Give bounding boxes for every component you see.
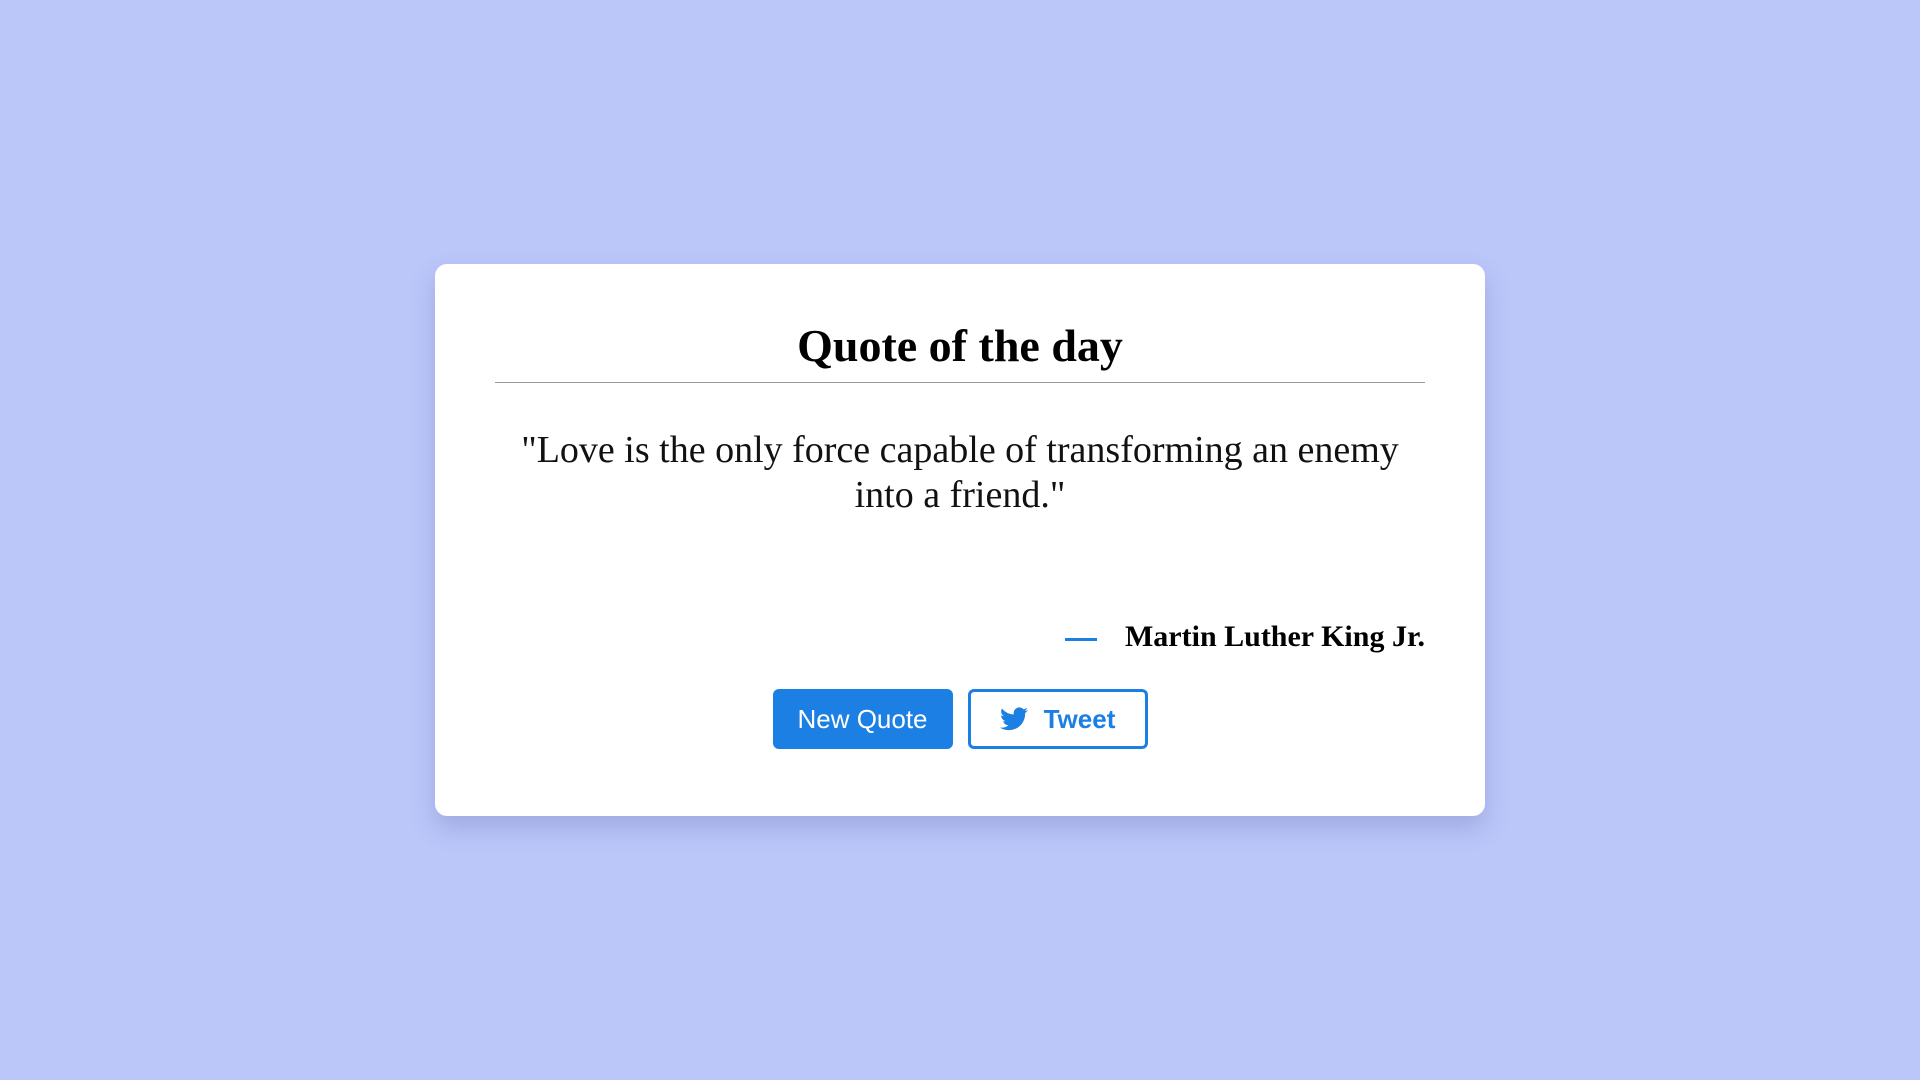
tweet-button-label: Tweet — [1043, 703, 1116, 734]
quote-text: "Love is the only force capable of trans… — [521, 429, 1399, 516]
page-title: Quote of the day — [797, 320, 1123, 371]
tweet-button[interactable]: Tweet — [967, 689, 1148, 749]
button-group: New Quote Tweet — [435, 689, 1485, 749]
quote-author: Martin Luther King Jr. — [1124, 620, 1425, 653]
quote-card: Quote of the day "Love is the only force… — [435, 264, 1485, 816]
new-quote-button-label: New Quote — [797, 703, 928, 734]
twitter-icon — [999, 707, 1028, 731]
title-divider — [495, 382, 1425, 383]
author-dash — [1065, 638, 1097, 641]
author-row: Martin Luther King Jr. — [495, 619, 1425, 655]
new-quote-button[interactable]: New Quote — [772, 689, 953, 749]
